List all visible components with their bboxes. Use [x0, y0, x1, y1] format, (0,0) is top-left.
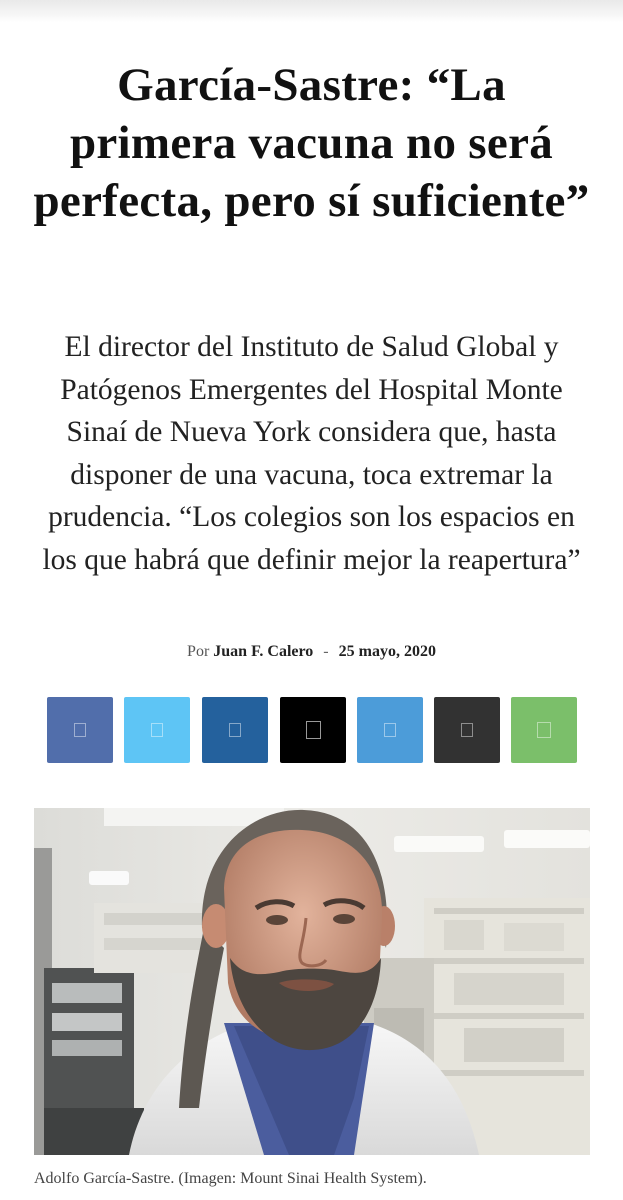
share-telegram-button[interactable] [357, 697, 423, 763]
share-twitter-button[interactable] [124, 697, 190, 763]
article-photo [34, 808, 590, 1155]
share-buttons [47, 697, 577, 763]
share-facebook-button[interactable] [47, 697, 113, 763]
byline-separator: - [323, 643, 329, 660]
x-icon [305, 721, 321, 739]
share-email-button[interactable] [434, 697, 500, 763]
share-whatsapp-button[interactable] [511, 697, 577, 763]
byline-prefix: Por [187, 643, 210, 660]
twitter-icon [151, 723, 163, 737]
publish-date: 25 mayo, 2020 [338, 643, 436, 660]
image-caption: Adolfo García-Sastre. (Imagen: Mount Sin… [34, 1170, 427, 1187]
whatsapp-icon [537, 722, 551, 738]
byline: Por Juan F. Calero - 25 mayo, 2020 [0, 643, 623, 661]
share-linkedin-button[interactable] [202, 697, 268, 763]
email-icon [461, 723, 473, 737]
article-title: García-Sastre: “La primera vacuna no ser… [33, 59, 590, 227]
author-link[interactable]: Juan F. Calero [213, 643, 313, 660]
telegram-icon [384, 723, 396, 737]
facebook-icon [74, 723, 86, 737]
linkedin-icon [229, 723, 241, 737]
article-subtitle: El director del Instituto de Salud Globa… [42, 331, 581, 576]
browser-top-bar [0, 0, 623, 22]
share-x-button[interactable] [280, 697, 346, 763]
